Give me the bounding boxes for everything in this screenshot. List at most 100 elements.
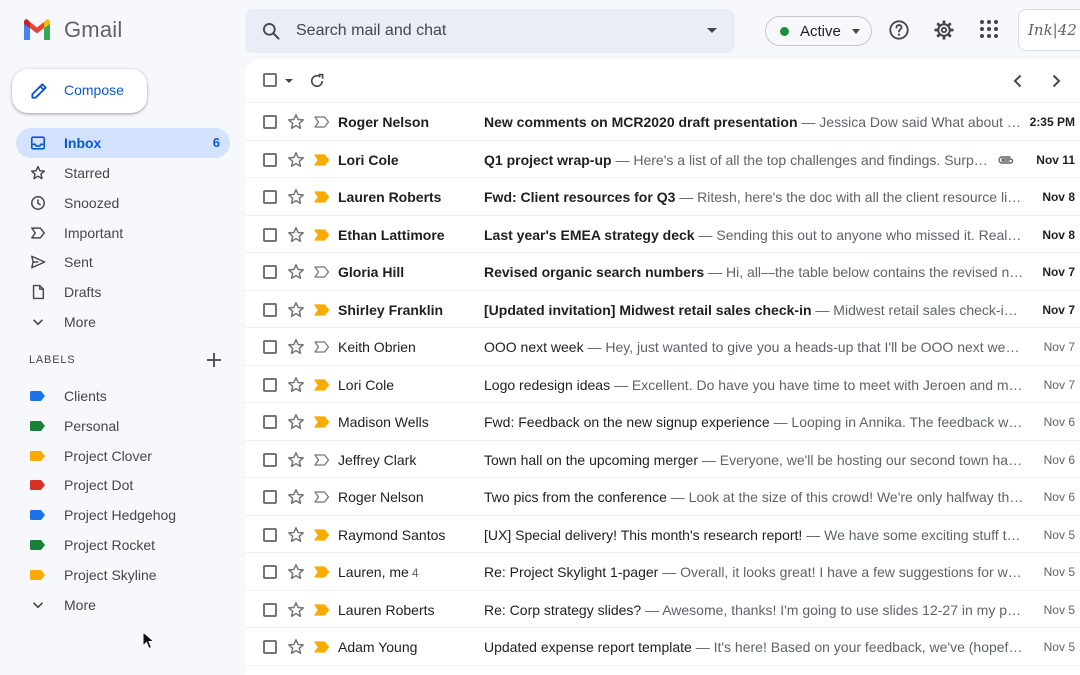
star-icon[interactable] xyxy=(287,563,305,581)
row-checkbox[interactable] xyxy=(263,452,277,467)
email-snippet: — Excellent. Do have you have time to me… xyxy=(610,376,1024,393)
star-icon[interactable] xyxy=(287,113,305,131)
star-icon[interactable] xyxy=(287,526,305,544)
sidebar-item-important[interactable]: Important xyxy=(16,218,230,248)
chevron-left-icon[interactable] xyxy=(1010,73,1026,89)
important-marker-icon[interactable] xyxy=(314,603,330,616)
email-row[interactable]: Keith Obrien OOO next week — Hey, just wa… xyxy=(245,328,1080,366)
account-badge[interactable]: Ink|42 xyxy=(1018,9,1080,51)
email-row[interactable]: Roger Nelson New comments on MCR2020 draf… xyxy=(245,103,1080,141)
label-item-clients[interactable]: Clients xyxy=(16,381,230,411)
important-marker-icon[interactable] xyxy=(314,378,330,391)
clock-icon xyxy=(31,196,45,210)
email-row[interactable]: Ethan Lattimore Last year's EMEA strategy… xyxy=(245,216,1080,253)
important-marker-icon[interactable] xyxy=(314,341,330,353)
search-icon[interactable] xyxy=(261,21,281,41)
important-marker-icon[interactable] xyxy=(314,303,330,316)
email-row[interactable]: Madison Wells Fwd: Feedback on the new si… xyxy=(245,403,1080,441)
sidebar-item-sent[interactable]: Sent xyxy=(16,247,230,277)
email-row[interactable]: Jeffrey Clark Town hall on the upcoming m… xyxy=(245,441,1080,478)
row-checkbox[interactable] xyxy=(263,377,277,392)
row-checkbox[interactable] xyxy=(263,265,277,279)
row-checkbox[interactable] xyxy=(263,415,277,429)
row-checkbox[interactable] xyxy=(263,115,277,129)
label-item-project-dot[interactable]: Project Dot xyxy=(16,470,230,500)
star-icon[interactable] xyxy=(287,263,305,281)
email-sender: Lauren Roberts xyxy=(338,189,442,205)
row-checkbox[interactable] xyxy=(263,527,277,542)
sidebar-item-more[interactable]: More xyxy=(16,307,230,337)
label-item-project-hedgehog[interactable]: Project Hedgehog xyxy=(16,500,230,530)
important-marker-icon[interactable] xyxy=(314,191,330,203)
email-row[interactable]: Raymond Santos [UX] Special delivery! Thi… xyxy=(245,516,1080,553)
row-checkbox[interactable] xyxy=(263,190,277,204)
email-row[interactable]: Lori Cole Q1 project wrap-up — Here's a l… xyxy=(245,141,1080,178)
sidebar-item-label: More xyxy=(64,314,96,330)
sidebar-item-starred[interactable]: Starred xyxy=(16,158,230,188)
compose-button[interactable]: Compose xyxy=(12,69,147,113)
email-row[interactable]: Lori Cole Logo redesign ideas — Excellent… xyxy=(245,366,1080,403)
help-icon[interactable] xyxy=(888,19,910,41)
star-icon[interactable] xyxy=(287,488,305,506)
important-marker-icon[interactable] xyxy=(314,416,330,428)
important-marker-icon[interactable] xyxy=(314,228,330,241)
star-icon[interactable] xyxy=(287,226,305,244)
search-bar[interactable]: Search mail and chat xyxy=(245,9,735,53)
apps-grid-icon[interactable] xyxy=(979,19,999,39)
row-checkbox[interactable] xyxy=(263,302,277,317)
important-marker-icon[interactable] xyxy=(314,528,330,541)
settings-gear-icon[interactable] xyxy=(933,19,955,41)
sidebar-item-inbox[interactable]: Inbox 6 xyxy=(16,128,230,158)
email-preview: Two pics from the conference — Look at t… xyxy=(484,489,1024,505)
row-checkbox[interactable] xyxy=(263,490,277,504)
email-row[interactable]: Lauren, me 4 Re: Project Skylight 1-pager … xyxy=(245,553,1080,591)
label-item-project-clover[interactable]: Project Clover xyxy=(16,441,230,471)
star-icon[interactable] xyxy=(287,413,305,431)
label-item-personal[interactable]: Personal xyxy=(16,411,230,441)
search-placeholder[interactable]: Search mail and chat xyxy=(296,22,446,40)
refresh-icon[interactable] xyxy=(308,72,326,90)
important-marker-icon[interactable] xyxy=(314,566,330,578)
star-icon[interactable] xyxy=(287,451,305,469)
select-all-checkbox[interactable] xyxy=(263,73,277,87)
important-marker-icon[interactable] xyxy=(314,116,330,128)
star-icon[interactable] xyxy=(287,151,305,169)
important-marker-icon[interactable] xyxy=(314,266,330,278)
email-date: Nov 5 xyxy=(1043,602,1075,617)
email-row[interactable]: Lauren Roberts Fwd: Client resources for … xyxy=(245,178,1080,216)
email-preview: [Updated invitation] Midwest retail sale… xyxy=(484,302,1024,318)
row-checkbox[interactable] xyxy=(263,152,277,167)
label-item-project-skyline[interactable]: Project Skyline xyxy=(16,560,230,590)
select-options-chevron-icon[interactable] xyxy=(285,79,293,83)
add-label-plus-icon[interactable] xyxy=(205,351,223,369)
chevron-right-icon[interactable] xyxy=(1048,73,1064,89)
status-selector[interactable]: Active xyxy=(765,16,872,46)
star-icon[interactable] xyxy=(287,301,305,319)
row-checkbox[interactable] xyxy=(263,340,277,354)
label-item-project-rocket[interactable]: Project Rocket xyxy=(16,530,230,560)
email-row[interactable]: Shirley Franklin [Updated invitation] Mid… xyxy=(245,291,1080,328)
star-icon[interactable] xyxy=(287,338,305,356)
email-row[interactable]: Lauren Roberts Re: Corp strategy slides? … xyxy=(245,591,1080,628)
sidebar-item-snoozed[interactable]: Snoozed xyxy=(16,188,230,218)
sidebar-item-drafts[interactable]: Drafts xyxy=(16,277,230,307)
labels-more-button[interactable]: More xyxy=(16,590,230,620)
attachment-icon[interactable] xyxy=(997,154,1015,166)
row-checkbox[interactable] xyxy=(263,640,277,654)
gmail-logo[interactable]: Gmail xyxy=(22,17,122,43)
email-row[interactable]: Gloria Hill Revised organic search number… xyxy=(245,253,1080,291)
star-icon[interactable] xyxy=(287,376,305,394)
important-marker-icon[interactable] xyxy=(314,491,330,503)
star-icon[interactable] xyxy=(287,601,305,619)
row-checkbox[interactable] xyxy=(263,602,277,617)
star-icon[interactable] xyxy=(287,638,305,656)
important-marker-icon[interactable] xyxy=(314,641,330,653)
row-checkbox[interactable] xyxy=(263,565,277,579)
email-row[interactable]: Roger Nelson Two pics from the conference… xyxy=(245,478,1080,516)
star-icon[interactable] xyxy=(287,188,305,206)
important-marker-icon[interactable] xyxy=(314,153,330,166)
important-marker-icon[interactable] xyxy=(314,453,330,466)
email-row[interactable]: Adam Young Updated expense report templat… xyxy=(245,628,1080,666)
search-options-icon[interactable] xyxy=(707,28,717,33)
row-checkbox[interactable] xyxy=(263,227,277,242)
